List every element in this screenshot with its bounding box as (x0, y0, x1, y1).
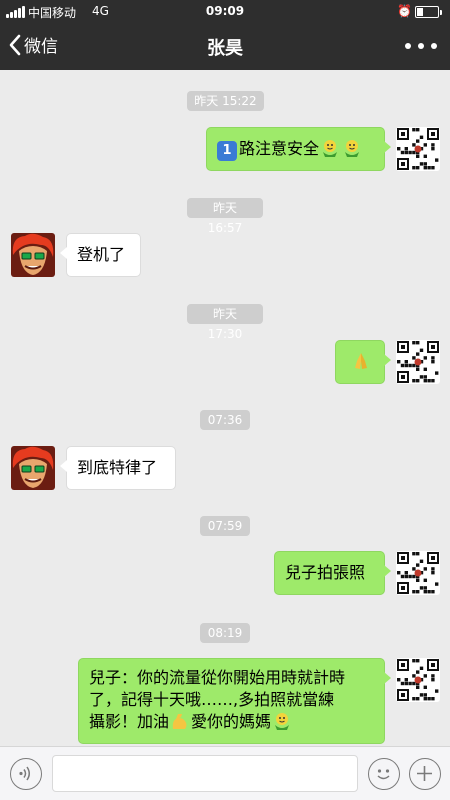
contact-avatar[interactable] (11, 233, 55, 277)
voice-icon (19, 766, 30, 781)
flexed-biceps-emoji (172, 714, 187, 729)
message-text: 到底特律了 (77, 458, 158, 477)
more-options-button[interactable] (405, 36, 437, 56)
outgoing-message[interactable]: 1 路注意安全 (206, 127, 391, 171)
folded-hands-emoji (355, 353, 367, 369)
emoji-button[interactable] (368, 758, 400, 790)
smiling-bean-emoji (345, 140, 360, 157)
message-text: 愛你的媽媽 (191, 712, 272, 731)
smiling-bean-emoji (275, 713, 290, 730)
qr-code-avatar-icon (397, 128, 439, 170)
red-haired-cartoon-avatar-icon (11, 446, 55, 490)
message-text-line: 攝影！加油 愛你的媽媽 (89, 711, 374, 733)
qr-code-avatar-icon (397, 552, 439, 594)
top-bar: 中国移动 4G 09:09 ⏰ 微信 张昊 (0, 0, 450, 70)
status-time: 09:09 (205, 4, 245, 18)
timestamp: 昨天 16:57 (187, 198, 263, 235)
message-text: 登机了 (77, 245, 126, 264)
message-input[interactable] (52, 755, 358, 792)
status-bar: 中国移动 4G 09:09 ⏰ (0, 0, 450, 24)
more-functions-button[interactable] (409, 758, 441, 790)
battery-icon (415, 6, 442, 18)
dot-icon (405, 43, 411, 49)
battery-level (417, 8, 423, 16)
incoming-message[interactable]: 登机了 (60, 233, 141, 277)
contact-avatar[interactable] (11, 446, 55, 490)
timestamp: 昨天 17:30 (187, 304, 263, 341)
smiling-bean-emoji (323, 140, 338, 157)
message-text-line: 兒子：你的流量從你開始用時就計時 (89, 668, 346, 687)
keycap-one-emoji: 1 (217, 141, 237, 161)
chat-area[interactable]: 昨天 15:22 1 路注意安全 昨天 16:57 登机了 昨天 17:30 07… (0, 70, 450, 746)
input-bar (0, 746, 450, 800)
alarm-icon: ⏰ (397, 4, 412, 18)
my-avatar[interactable] (396, 340, 440, 384)
qr-code-avatar-icon (397, 341, 439, 383)
my-avatar[interactable] (396, 551, 440, 595)
outgoing-message[interactable]: 兒子：你的流量從你開始用時就計時 了，記得十天哦……,多拍照就當練 攝影！加油 愛… (78, 658, 391, 744)
qr-code-avatar-icon (397, 659, 439, 701)
timestamp: 昨天 15:22 (187, 91, 264, 111)
red-haired-cartoon-avatar-icon (11, 233, 55, 277)
timestamp: 07:59 (200, 516, 250, 536)
nav-bar: 微信 张昊 (0, 24, 450, 70)
plus-icon (417, 766, 432, 781)
message-text: 路注意安全 (239, 139, 320, 158)
timestamp: 08:19 (200, 623, 250, 643)
message-text: 兒子拍張照 (285, 563, 366, 582)
message-text-line: 了，記得十天哦……,多拍照就當練 (89, 690, 335, 709)
outgoing-message[interactable]: 兒子拍張照 (274, 551, 391, 595)
message-text: 攝影！加油 (89, 712, 170, 731)
incoming-message[interactable]: 到底特律了 (60, 446, 176, 490)
emoji-icon (377, 769, 390, 780)
chat-title: 张昊 (207, 38, 243, 59)
my-avatar[interactable] (396, 127, 440, 171)
timestamp: 07:36 (200, 410, 250, 430)
dot-icon (431, 43, 437, 49)
voice-button[interactable] (10, 758, 42, 790)
outgoing-message[interactable] (335, 340, 391, 384)
dot-icon (418, 43, 424, 49)
my-avatar[interactable] (396, 658, 440, 702)
